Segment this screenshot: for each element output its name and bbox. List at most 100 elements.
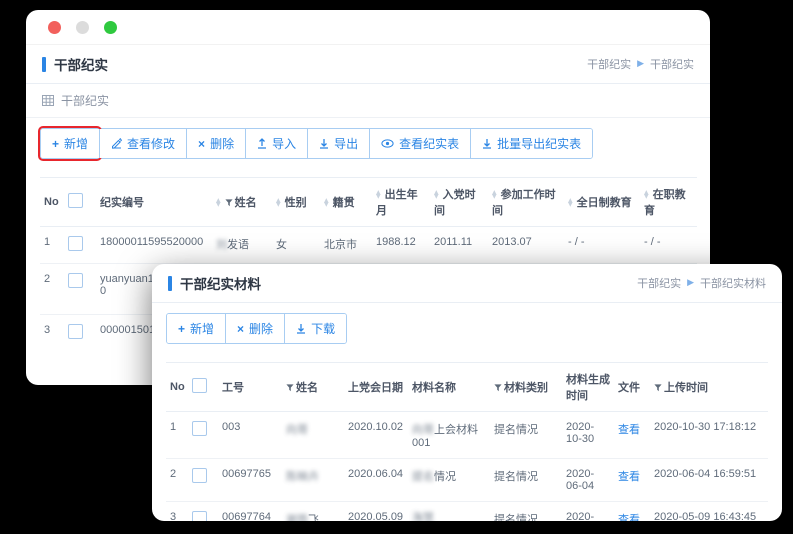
col-fulltime-education[interactable]: ▲▼全日制教育 — [564, 178, 640, 227]
back-subheader: 干部纪实 — [26, 84, 710, 118]
filter-icon[interactable] — [225, 198, 233, 210]
breadcrumb-arrow-icon: ▶ — [687, 278, 694, 288]
breadcrumb: 干部纪实 ▶ 干部纪实 — [587, 56, 694, 72]
view-file-link[interactable]: 查看 — [618, 471, 640, 483]
import-button[interactable]: 导入 — [245, 129, 307, 158]
view-record-table-button[interactable]: 查看纪实表 — [369, 129, 470, 158]
accent-bar — [42, 57, 46, 72]
censored-text: 海慧 — [412, 512, 434, 521]
censored-name: 谢雨 — [286, 514, 308, 521]
view-file-link[interactable]: 查看 — [618, 514, 640, 521]
add-button[interactable]: + 新增 — [41, 129, 99, 158]
col-party-meeting-date: 上党会日期 — [344, 363, 408, 412]
censored-text: 向哥 — [412, 424, 434, 436]
col-party-join-time[interactable]: ▲▼入党时间 — [430, 178, 488, 227]
col-name[interactable]: ▲▼姓名 — [212, 178, 272, 227]
breadcrumb: 干部纪实 ▶ 干部纪实材料 — [637, 275, 766, 291]
window-titlebar — [26, 10, 710, 45]
table-header-row: No 工号 姓名 上党会日期 材料名称 材料类别 材料生成时间 文件 上传时间 — [166, 363, 768, 412]
sort-icon[interactable]: ▲▼ — [216, 199, 221, 207]
breadcrumb-arrow-icon: ▶ — [637, 59, 644, 69]
col-select — [188, 363, 218, 412]
sort-icon[interactable]: ▲▼ — [492, 191, 497, 199]
header-checkbox[interactable] — [68, 193, 83, 208]
col-emp-id: 工号 — [218, 363, 282, 412]
breadcrumb-current: 干部纪实材料 — [700, 275, 766, 291]
delete-button[interactable]: × 删除 — [186, 129, 245, 158]
row-checkbox[interactable] — [68, 273, 83, 288]
delete-button[interactable]: × 删除 — [225, 314, 284, 343]
col-material-category[interactable]: 材料类别 — [490, 363, 562, 412]
censored-name: 刘 — [216, 239, 227, 251]
censored-name: 陈映卉 — [286, 471, 319, 483]
col-name[interactable]: 姓名 — [282, 363, 344, 412]
table-header-row: No 纪实编号 ▲▼姓名 ▲▼性别 ▲▼籍贯 ▲▼出生年月 ▲▼入党时间 ▲▼参… — [40, 178, 697, 227]
back-toolbar: + 新增 查看修改 × 删除 导入 — [26, 118, 710, 167]
front-section-header: 干部纪实材料 干部纪实 ▶ 干部纪实材料 — [152, 264, 782, 303]
subheader-title: 干部纪实 — [61, 92, 109, 109]
minimize-window-icon[interactable] — [76, 21, 89, 34]
download-button[interactable]: 下载 — [284, 314, 346, 343]
row-checkbox[interactable] — [192, 421, 207, 436]
censored-name: 向哥 — [286, 424, 308, 436]
zoom-window-icon[interactable] — [104, 21, 117, 34]
add-button[interactable]: + 新增 — [167, 314, 225, 343]
row-checkbox[interactable] — [68, 236, 83, 251]
edit-icon — [111, 138, 122, 149]
close-window-icon[interactable] — [48, 21, 61, 34]
export-button[interactable]: 导出 — [307, 129, 369, 158]
sort-icon[interactable]: ▲▼ — [434, 191, 439, 199]
view-edit-button[interactable]: 查看修改 — [99, 129, 186, 158]
col-no: No — [40, 178, 64, 227]
back-section-header: 干部纪实 干部纪实 ▶ 干部纪实 — [26, 45, 710, 84]
table-row: 2 00697765 陈映卉 2020.06.04 提名情况 提名情况 2020… — [166, 459, 768, 502]
col-native-place[interactable]: ▲▼籍贯 — [320, 178, 372, 227]
front-toolbar: + 新增 × 删除 下载 — [152, 303, 782, 352]
col-onjob-education[interactable]: ▲▼在职教育 — [640, 178, 697, 227]
breadcrumb-parent[interactable]: 干部纪实 — [587, 56, 631, 72]
page-title: 干部纪实 — [54, 54, 108, 74]
material-table: No 工号 姓名 上党会日期 材料名称 材料类别 材料生成时间 文件 上传时间 … — [166, 362, 768, 521]
table-row: 3 00697764 谢雨飞 2020.05.09 海慧 志愿333333333… — [166, 502, 768, 522]
plus-icon: + — [52, 137, 59, 151]
table-row: 1 18000011595520000 刘发语 女 北京市 1988.12 20… — [40, 227, 697, 264]
col-select — [64, 178, 96, 227]
filter-icon[interactable] — [654, 383, 662, 395]
table-grid-icon — [42, 95, 54, 106]
col-file: 文件 — [614, 363, 650, 412]
view-file-link[interactable]: 查看 — [618, 424, 640, 436]
upload-icon — [257, 138, 267, 149]
plus-icon: + — [178, 322, 185, 336]
filter-icon[interactable] — [286, 383, 294, 395]
col-record-id: 纪实编号 — [96, 178, 212, 227]
row-checkbox[interactable] — [192, 511, 207, 521]
breadcrumb-current: 干部纪实 — [650, 56, 694, 72]
col-birth-date[interactable]: ▲▼出生年月 — [372, 178, 430, 227]
row-checkbox[interactable] — [68, 324, 83, 339]
header-checkbox[interactable] — [192, 378, 207, 393]
download-icon — [482, 138, 492, 149]
download-icon — [296, 323, 306, 334]
table-row: 1 003 向哥 2020.10.02 向哥上会材料001 提名情况 2020-… — [166, 412, 768, 459]
col-upload-time[interactable]: 上传时间 — [650, 363, 768, 412]
row-checkbox[interactable] — [192, 468, 207, 483]
sort-icon[interactable]: ▲▼ — [324, 199, 329, 207]
front-window: 干部纪实材料 干部纪实 ▶ 干部纪实材料 + 新增 × 删除 下载 — [152, 264, 782, 521]
breadcrumb-parent[interactable]: 干部纪实 — [637, 275, 681, 291]
sort-icon[interactable]: ▲▼ — [644, 191, 649, 199]
col-no: No — [166, 363, 188, 412]
x-icon: × — [198, 137, 205, 151]
sort-icon[interactable]: ▲▼ — [276, 199, 281, 207]
censored-text: 提名 — [412, 471, 434, 483]
eye-icon — [381, 139, 394, 148]
download-icon — [319, 138, 329, 149]
accent-bar — [168, 276, 172, 291]
page-title: 干部纪实材料 — [180, 273, 261, 293]
col-material-generated-time: 材料生成时间 — [562, 363, 614, 412]
col-gender[interactable]: ▲▼性别 — [272, 178, 320, 227]
filter-icon[interactable] — [494, 383, 502, 395]
col-work-start-time[interactable]: ▲▼参加工作时间 — [488, 178, 564, 227]
sort-icon[interactable]: ▲▼ — [568, 199, 573, 207]
batch-export-record-table-button[interactable]: 批量导出纪实表 — [470, 129, 592, 158]
sort-icon[interactable]: ▲▼ — [376, 191, 381, 199]
